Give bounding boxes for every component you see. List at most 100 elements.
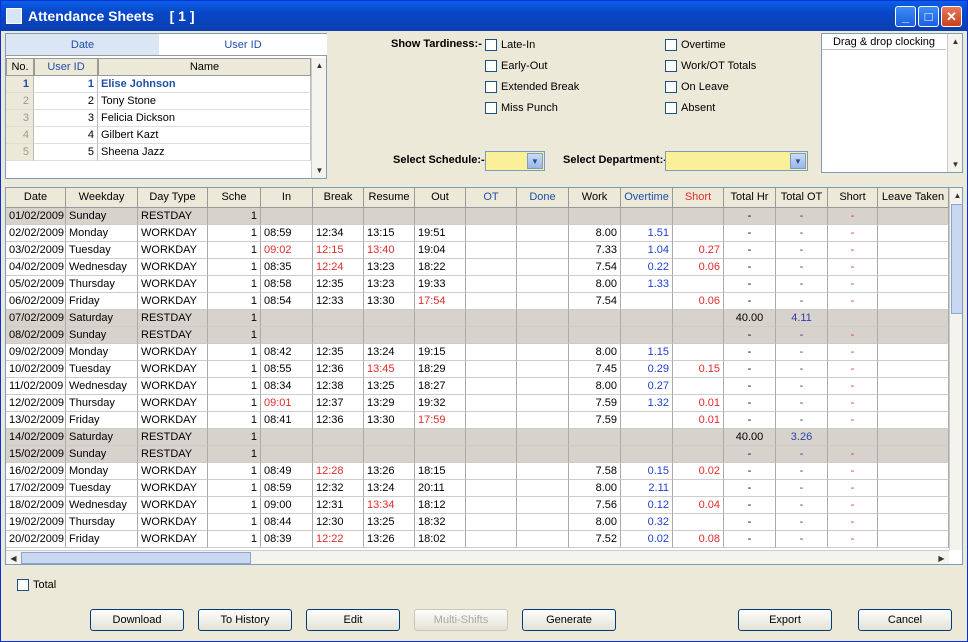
- hscroll-thumb[interactable]: [21, 552, 251, 564]
- grid-cell-in: 09:02: [261, 242, 313, 259]
- checkbox-icon[interactable]: [485, 39, 497, 52]
- grid-cell-sh: [673, 446, 724, 463]
- employee-row[interactable]: 4 4 Gilbert Kazt: [6, 127, 311, 144]
- scroll-up-icon[interactable]: ▲: [948, 34, 963, 49]
- attendance-row[interactable]: 17/02/2009 Tuesday WORKDAY 1 08:59 12:32 13:24…: [6, 480, 949, 497]
- tab-date[interactable]: Date: [6, 34, 159, 56]
- grid-col-header[interactable]: OT: [466, 188, 517, 208]
- col-header-user-id[interactable]: User ID: [34, 58, 98, 76]
- attendance-row[interactable]: 05/02/2009 Thursday WORKDAY 1 08:58 12:35 13:2…: [6, 276, 949, 293]
- cancel-button[interactable]: Cancel: [858, 609, 952, 631]
- title-bar[interactable]: Attendance Sheets [ 1 ] _ □ ✕: [1, 1, 967, 31]
- grid-col-header[interactable]: Overtime: [621, 188, 673, 208]
- download-button[interactable]: Download: [90, 609, 184, 631]
- attendance-row[interactable]: 10/02/2009 Tuesday WORKDAY 1 08:55 12:36 13:45…: [6, 361, 949, 378]
- grid-col-header[interactable]: Leave Taken: [878, 188, 949, 208]
- attendance-row[interactable]: 12/02/2009 Thursday WORKDAY 1 09:01 12:37 13:2…: [6, 395, 949, 412]
- grid-col-header[interactable]: Date: [6, 188, 66, 208]
- attendance-row[interactable]: 06/02/2009 Friday WORKDAY 1 08:54 12:33 13:30 1…: [6, 293, 949, 310]
- grid-col-header[interactable]: Break: [313, 188, 364, 208]
- attendance-row[interactable]: 08/02/2009 Sunday RESTDAY 1- - -: [6, 327, 949, 344]
- tardiness-option[interactable]: Absent: [665, 101, 715, 117]
- tardiness-option[interactable]: Early-Out: [485, 59, 547, 75]
- attendance-row[interactable]: 11/02/2009 Wednesday WORKDAY 1 08:34 12:38 13:…: [6, 378, 949, 395]
- attendance-row[interactable]: 02/02/2009 Monday WORKDAY 1 08:59 12:34 13:15 1…: [6, 225, 949, 242]
- attendance-row[interactable]: 18/02/2009 Wednesday WORKDAY 1 09:00 12:31 13:…: [6, 497, 949, 514]
- checkbox-icon[interactable]: [665, 102, 677, 115]
- employee-scrollbar[interactable]: ▲ ▼: [311, 58, 326, 178]
- to-history-button[interactable]: To History: [198, 609, 292, 631]
- scroll-up-icon[interactable]: ▲: [950, 188, 962, 203]
- row-user-id: 4: [34, 127, 98, 144]
- checkbox-icon[interactable]: [665, 39, 677, 52]
- attendance-row[interactable]: 14/02/2009 Saturday RESTDAY 1 40.00 3.26: [6, 429, 949, 446]
- grid-col-header[interactable]: Total Hr: [724, 188, 776, 208]
- tab-user-id[interactable]: User ID: [159, 34, 327, 56]
- grid-col-header[interactable]: Resume: [364, 188, 415, 208]
- scroll-down-icon[interactable]: ▼: [312, 163, 327, 178]
- chevron-down-icon[interactable]: ▼: [790, 153, 806, 169]
- grid-col-header[interactable]: Work: [569, 188, 621, 208]
- grid-cell-sh2: -: [828, 531, 878, 548]
- grid-horizontal-scrollbar[interactable]: ◀ ▶: [6, 550, 949, 564]
- scroll-left-icon[interactable]: ◀: [6, 551, 21, 564]
- grid-cell-in: 08:58: [261, 276, 313, 293]
- grid-col-header[interactable]: Weekday: [66, 188, 138, 208]
- grid-col-header[interactable]: In: [261, 188, 313, 208]
- attendance-row[interactable]: 07/02/2009 Saturday RESTDAY 1 40.00 4.11: [6, 310, 949, 327]
- tardiness-option[interactable]: Overtime: [665, 38, 726, 54]
- employee-row[interactable]: 2 2 Tony Stone: [6, 93, 311, 110]
- grid-col-header[interactable]: Day Type: [138, 188, 208, 208]
- checkbox-icon[interactable]: [485, 81, 497, 94]
- attendance-row[interactable]: 03/02/2009 Tuesday WORKDAY 1 09:02 12:15 13:40…: [6, 242, 949, 259]
- attendance-row[interactable]: 19/02/2009 Thursday WORKDAY 1 08:44 12:30 13:2…: [6, 514, 949, 531]
- grid-col-header[interactable]: Short: [673, 188, 724, 208]
- attendance-row[interactable]: 09/02/2009 Monday WORKDAY 1 08:42 12:35 13:24 1…: [6, 344, 949, 361]
- export-button[interactable]: Export: [738, 609, 832, 631]
- minimize-button[interactable]: _: [895, 6, 916, 27]
- maximize-button[interactable]: □: [918, 6, 939, 27]
- checkbox-icon[interactable]: [665, 81, 677, 94]
- attendance-row[interactable]: 16/02/2009 Monday WORKDAY 1 08:49 12:28 13:26 1…: [6, 463, 949, 480]
- employee-row[interactable]: 5 5 Sheena Jazz: [6, 144, 311, 161]
- grid-col-header[interactable]: Sche: [208, 188, 261, 208]
- tardiness-option[interactable]: On Leave: [665, 80, 729, 96]
- grid-cell-wk: [569, 208, 621, 225]
- grid-col-header[interactable]: Short: [828, 188, 878, 208]
- attendance-row[interactable]: 15/02/2009 Sunday RESTDAY 1- - -: [6, 446, 949, 463]
- employee-row[interactable]: 3 3 Felicia Dickson: [6, 110, 311, 127]
- tardiness-option[interactable]: Miss Punch: [485, 101, 558, 117]
- checkbox-icon[interactable]: [665, 60, 677, 73]
- attendance-row[interactable]: 04/02/2009 Wednesday WORKDAY 1 08:35 12:24 13:…: [6, 259, 949, 276]
- tardiness-option[interactable]: Extended Break: [485, 80, 579, 96]
- checkbox-icon[interactable]: [17, 579, 29, 592]
- attendance-row[interactable]: 20/02/2009 Friday WORKDAY 1 08:39 12:22 13:26 1…: [6, 531, 949, 548]
- attendance-row[interactable]: 13/02/2009 Friday WORKDAY 1 08:41 12:36 13:30 1…: [6, 412, 949, 429]
- edit-button[interactable]: Edit: [306, 609, 400, 631]
- grid-col-header[interactable]: Out: [415, 188, 466, 208]
- employee-row[interactable]: 1 1 Elise Johnson: [6, 76, 311, 93]
- checkbox-icon[interactable]: [485, 60, 497, 73]
- scroll-down-icon[interactable]: ▼: [948, 157, 963, 172]
- generate-button[interactable]: Generate: [522, 609, 616, 631]
- col-header-name[interactable]: Name: [98, 58, 311, 76]
- total-checkbox[interactable]: Total: [17, 579, 56, 592]
- scroll-thumb[interactable]: [951, 204, 962, 314]
- tardiness-option[interactable]: Late-In: [485, 38, 535, 54]
- grid-cell-br: 12:35: [313, 344, 364, 361]
- schedule-select[interactable]: ▼: [485, 151, 545, 171]
- close-button[interactable]: ✕: [941, 6, 962, 27]
- attendance-row[interactable]: 01/02/2009 Sunday RESTDAY 1- - -: [6, 208, 949, 225]
- grid-vertical-scrollbar[interactable]: ▲: [949, 188, 962, 550]
- drag-drop-box[interactable]: Drag & drop clocking ▲ ▼: [821, 33, 963, 173]
- dragdrop-scrollbar[interactable]: ▲ ▼: [947, 34, 962, 172]
- department-select[interactable]: ▼: [665, 151, 808, 171]
- grid-col-header[interactable]: Done: [517, 188, 569, 208]
- tardiness-option[interactable]: Work/OT Totals: [665, 59, 756, 75]
- chevron-down-icon[interactable]: ▼: [527, 153, 543, 169]
- scroll-up-icon[interactable]: ▲: [312, 58, 327, 73]
- col-header-no[interactable]: No.: [6, 58, 34, 76]
- scroll-right-icon[interactable]: ▶: [934, 551, 949, 564]
- checkbox-icon[interactable]: [485, 102, 497, 115]
- grid-col-header[interactable]: Total OT: [776, 188, 828, 208]
